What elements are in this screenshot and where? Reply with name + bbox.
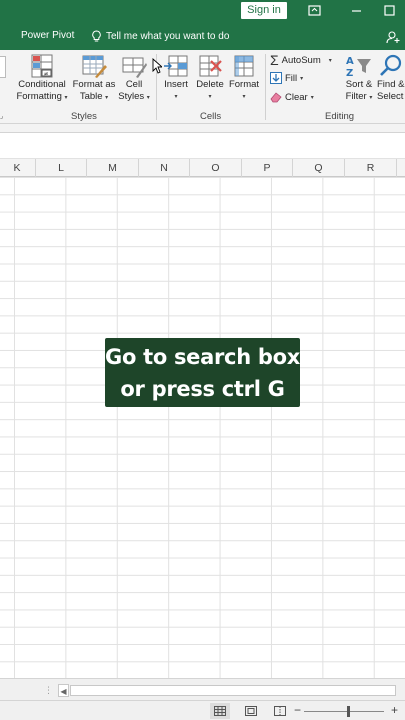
cell-styles-button[interactable]: Cell Styles ▾	[118, 53, 150, 104]
conditional-line2: Formatting ▾	[16, 91, 68, 102]
sort-filter-button[interactable]: A Z Sort & Filter ▾	[342, 53, 376, 104]
column-header-r[interactable]: R	[345, 159, 397, 177]
column-header-o[interactable]: O	[190, 159, 242, 177]
page-layout-view-button[interactable]	[241, 703, 261, 719]
format-table-line1: Format as	[72, 79, 116, 90]
cell-styles-line2: Styles ▾	[118, 91, 150, 102]
page-break-icon	[274, 706, 286, 716]
format-as-table-button[interactable]: Format as Table ▾	[71, 53, 117, 104]
share-icon[interactable]	[386, 30, 400, 44]
tab-split-handle[interactable]: ⋮	[44, 685, 53, 696]
delete-cells-icon	[199, 55, 222, 77]
zoom-slider-track[interactable]	[304, 711, 384, 712]
delete-label: Delete	[196, 79, 224, 90]
conditional-formatting-button[interactable]: ≠ Conditional Formatting ▾	[16, 53, 68, 104]
partial-control	[0, 56, 6, 78]
column-header-n[interactable]: N	[139, 159, 190, 177]
status-bar: − +	[0, 700, 405, 720]
find-select-button[interactable]: Find & Select	[377, 53, 405, 103]
column-header-row: K L M N O P Q R	[0, 159, 405, 177]
fill-caret: ▾	[300, 75, 304, 82]
format-cells-button[interactable]: Format ▾	[227, 53, 261, 103]
cell-styles-icon	[122, 57, 147, 78]
sort-line1: Sort &	[345, 79, 373, 90]
autosum-label: AutoSum	[281, 54, 321, 66]
scroll-left-icon[interactable]: ◀	[58, 684, 69, 697]
find-line1: Find &	[377, 79, 405, 90]
title-bar: Sign in	[0, 0, 405, 22]
find-line2: Select	[377, 91, 404, 102]
group-separator	[265, 54, 266, 120]
ribbon-display-options-icon[interactable]	[308, 4, 321, 17]
caption-line1: Go to search box	[105, 345, 300, 369]
formula-gap	[0, 133, 405, 159]
ribbon-tab-row: Power Pivot Tell me what you want to do	[0, 22, 405, 50]
page-break-view-button[interactable]	[270, 703, 290, 719]
insert-cells-icon	[164, 55, 188, 77]
column-header-p[interactable]: P	[242, 159, 293, 177]
styles-group-label: Styles	[71, 111, 97, 122]
clear-button[interactable]: Clear ▾	[270, 91, 314, 103]
tab-power-pivot[interactable]: Power Pivot	[21, 30, 74, 41]
sigma-icon: Σ	[270, 52, 279, 68]
ribbon-home: ≠ Conditional Formatting ▾ Format as Tab…	[0, 50, 405, 124]
caption-line2: or press ctrl G	[120, 377, 285, 401]
minimize-icon[interactable]	[350, 4, 363, 17]
clear-label: Clear	[285, 91, 308, 103]
worksheet-grid[interactable]	[0, 177, 405, 678]
sign-in-button[interactable]: Sign in	[241, 2, 287, 19]
insert-cells-button[interactable]: Insert ▾	[160, 53, 192, 103]
column-header-l[interactable]: L	[36, 159, 87, 177]
autosum-caret: ▾	[328, 57, 332, 64]
maximize-icon[interactable]	[383, 4, 396, 17]
formula-bar-area	[0, 124, 405, 133]
editing-group-label: Editing	[325, 111, 355, 122]
column-header-q[interactable]: Q	[293, 159, 345, 177]
svg-text:Z: Z	[346, 68, 353, 79]
tutorial-caption: Go to search box or press ctrl G	[105, 338, 300, 407]
insert-caret: ▾	[174, 94, 178, 100]
svg-text:A: A	[346, 56, 354, 67]
delete-cells-button[interactable]: Delete ▾	[194, 53, 226, 103]
page-layout-icon	[245, 706, 257, 716]
horizontal-scrollbar-area: ⋮ ◀	[0, 678, 405, 700]
search-icon	[380, 54, 402, 76]
delete-caret: ▾	[208, 94, 212, 100]
zoom-slider-thumb[interactable]	[347, 706, 350, 717]
normal-view-button[interactable]	[210, 703, 230, 719]
eraser-icon	[270, 92, 282, 103]
conditional-formatting-icon: ≠	[31, 54, 53, 78]
excel-window: Sign in Power Pivot Tell me what you wan…	[0, 0, 405, 720]
sort-filter-icon: A Z	[346, 56, 371, 79]
horizontal-scrollbar[interactable]	[70, 685, 396, 696]
clear-caret: ▾	[310, 94, 314, 101]
fill-button[interactable]: Fill ▾	[270, 72, 303, 84]
fill-down-icon	[270, 72, 282, 84]
format-table-line2: Table ▾	[79, 91, 109, 102]
lightbulb-icon	[92, 29, 101, 41]
column-header-m[interactable]: M	[87, 159, 139, 177]
svg-text:≠: ≠	[44, 71, 49, 78]
zoom-in-icon[interactable]: +	[391, 703, 398, 717]
format-as-table-icon	[82, 55, 107, 78]
zoom-out-icon[interactable]: −	[294, 703, 301, 717]
tell-me-label: Tell me what you want to do	[106, 30, 230, 42]
tell-me-search[interactable]: Tell me what you want to do	[91, 28, 229, 44]
sort-line2: Filter ▾	[345, 91, 373, 102]
conditional-line1: Conditional	[18, 79, 66, 90]
format-label: Format	[228, 79, 260, 90]
dialog-launcher-icon[interactable]: ⌟	[0, 112, 3, 120]
fill-label: Fill	[285, 72, 298, 84]
cell-styles-line1: Cell	[125, 79, 143, 90]
normal-view-icon	[214, 706, 226, 716]
format-cells-icon	[234, 55, 254, 77]
format-caret: ▾	[242, 94, 246, 100]
insert-label: Insert	[164, 79, 188, 90]
cells-group-label: Cells	[200, 111, 222, 122]
autosum-button[interactable]: Σ AutoSum ▾	[270, 52, 332, 68]
column-header-k[interactable]: K	[0, 159, 36, 177]
